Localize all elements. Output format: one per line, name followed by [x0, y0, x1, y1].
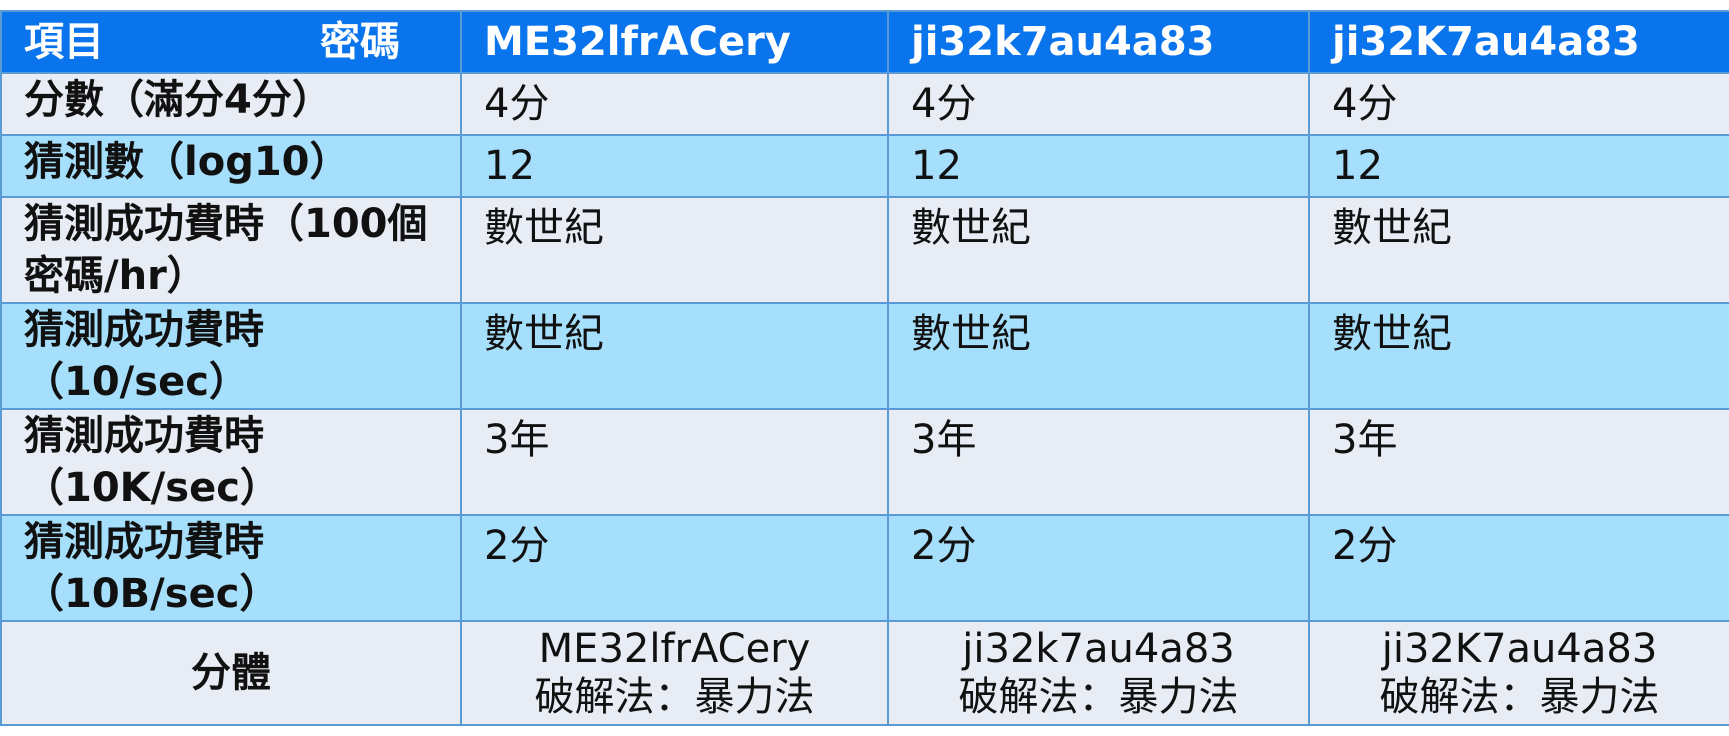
row-value: 數世紀 — [887, 196, 1310, 304]
row-label-line1: 猜測成功費時 — [24, 413, 264, 459]
row-value: 4分 — [1308, 72, 1729, 136]
header-password-label: 密碼 — [320, 19, 400, 65]
table-row-score: 分數（滿分4分） 4分 4分 4分 — [0, 72, 1729, 136]
row-label: 猜測成功費時（100個 密碼/hr） — [0, 196, 462, 304]
header-item-label: 項目 — [24, 19, 104, 65]
row-label-line2: 密碼/hr） — [24, 253, 207, 299]
table-row-time-10k-per-sec: 猜測成功費時 （10K/sec） 3年 3年 3年 — [0, 408, 1729, 516]
header-item-password-cell: 項目 密碼 — [0, 10, 462, 74]
footer-method: 破解法：暴力法 — [534, 674, 815, 720]
row-value: 2分 — [460, 514, 889, 622]
row-value: 2分 — [1308, 514, 1729, 622]
header-column-3: ji32K7au4a83 — [1308, 10, 1729, 74]
row-label: 猜測數（log10） — [0, 134, 462, 198]
row-label: 猜測成功費時 （10/sec） — [0, 302, 462, 410]
footer-cell-3: ji32K7au4a83 破解法：暴力法 — [1308, 620, 1729, 726]
row-label: 分數（滿分4分） — [0, 72, 462, 136]
row-value: 3年 — [887, 408, 1310, 516]
table-row-time-10-per-sec: 猜測成功費時 （10/sec） 數世紀 數世紀 數世紀 — [0, 302, 1729, 410]
row-label-line2: （10B/sec） — [24, 571, 280, 617]
row-label-line1: 猜測成功費時 — [24, 307, 264, 353]
password-strength-table: 項目 密碼 ME32lfrACery ji32k7au4a83 ji32K7au… — [0, 10, 1729, 726]
footer-cell-1: ME32lfrACery 破解法：暴力法 — [460, 620, 889, 726]
footer-method: 破解法：暴力法 — [958, 674, 1239, 720]
header-column-1: ME32lfrACery — [460, 10, 889, 74]
table-row-footer: 分體 ME32lfrACery 破解法：暴力法 ji32k7au4a83 破解法… — [0, 620, 1729, 726]
row-value: 12 — [460, 134, 889, 198]
row-value: 3年 — [460, 408, 889, 516]
row-value: 數世紀 — [460, 196, 889, 304]
row-value: 2分 — [887, 514, 1310, 622]
row-label: 猜測成功費時 （10B/sec） — [0, 514, 462, 622]
row-label-line1: 猜測成功費時 — [24, 519, 264, 565]
row-value: 12 — [1308, 134, 1729, 198]
footer-password: ji32K7au4a83 — [1381, 626, 1658, 672]
footer-password: ji32k7au4a83 — [962, 626, 1235, 672]
row-label-line2: （10K/sec） — [24, 465, 280, 511]
footer-method: 破解法：暴力法 — [1379, 674, 1660, 720]
row-value: 數世紀 — [460, 302, 889, 410]
table-row-time-100-per-hr: 猜測成功費時（100個 密碼/hr） 數世紀 數世紀 數世紀 — [0, 196, 1729, 304]
row-label-line2: （10/sec） — [24, 359, 249, 405]
row-value: 4分 — [887, 72, 1310, 136]
row-label-line1: 猜測成功費時（100個 — [24, 201, 428, 247]
row-value: 4分 — [460, 72, 889, 136]
header-row: 項目 密碼 ME32lfrACery ji32k7au4a83 ji32K7au… — [0, 10, 1729, 74]
table-row-time-10b-per-sec: 猜測成功費時 （10B/sec） 2分 2分 2分 — [0, 514, 1729, 622]
row-value: 12 — [887, 134, 1310, 198]
row-value: 數世紀 — [1308, 302, 1729, 410]
footer-password: ME32lfrACery — [538, 626, 811, 672]
table-row-guesses: 猜測數（log10） 12 12 12 — [0, 134, 1729, 198]
footer-label: 分體 — [0, 620, 462, 726]
row-value: 數世紀 — [887, 302, 1310, 410]
row-label: 猜測成功費時 （10K/sec） — [0, 408, 462, 516]
row-value: 3年 — [1308, 408, 1729, 516]
header-column-2: ji32k7au4a83 — [887, 10, 1310, 74]
row-value: 數世紀 — [1308, 196, 1729, 304]
footer-cell-2: ji32k7au4a83 破解法：暴力法 — [887, 620, 1310, 726]
